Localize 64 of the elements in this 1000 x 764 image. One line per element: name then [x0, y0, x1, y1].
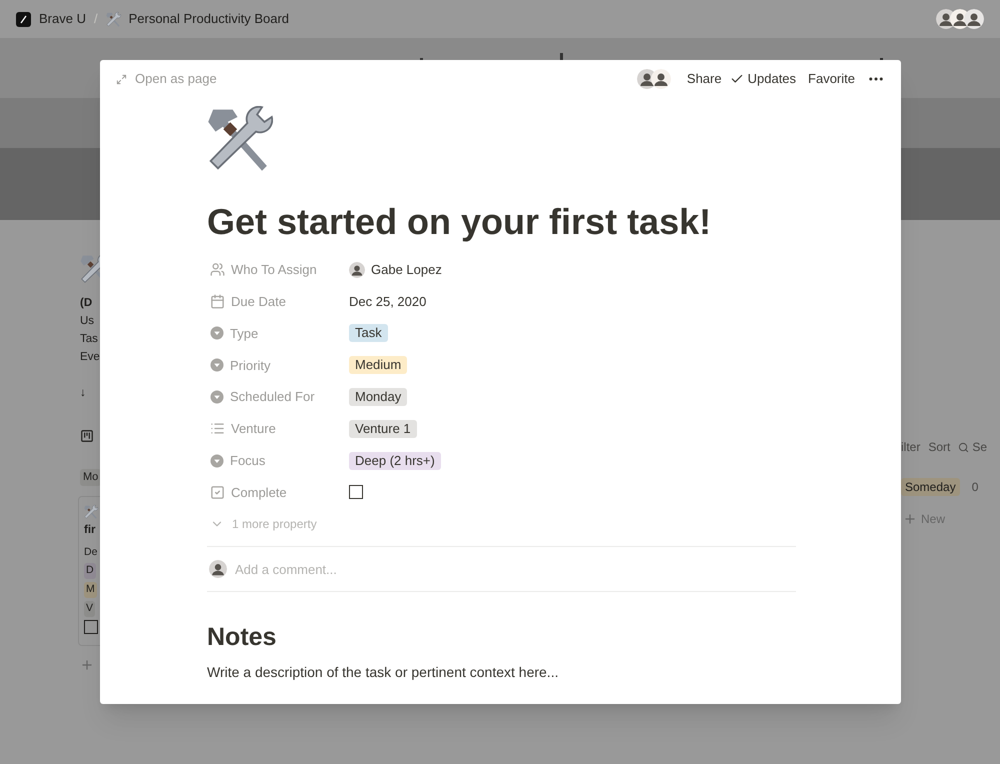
add-icon [903, 512, 917, 526]
favorite-button[interactable]: Favorite [808, 69, 855, 89]
breadcrumb-separator: / [94, 10, 98, 28]
share-button[interactable]: Share [686, 69, 722, 89]
breadcrumb-link[interactable]: Brave U [39, 9, 86, 29]
breadcrumb-link[interactable]: Personal Productivity Board [128, 9, 290, 29]
property-value: Gabe Lopez [371, 261, 442, 280]
search-icon[interactable] [958, 442, 970, 452]
page-title: Get started on your first task! [207, 200, 712, 244]
expand-icon[interactable] [116, 74, 127, 84]
people-icon [210, 262, 225, 278]
checkbox[interactable] [349, 485, 363, 500]
intro-text: Tas [80, 332, 99, 347]
open-as-page-button[interactable]: Open as page [135, 69, 217, 89]
property-value: Dec 25, 2020 [349, 292, 426, 311]
search-button[interactable]: Se [972, 438, 988, 456]
property-tag: Medium [349, 356, 408, 374]
property-label: Venture [231, 420, 276, 438]
group-tag: Mo [80, 469, 102, 486]
intro-text: Eve [80, 350, 101, 365]
comment-field[interactable]: Add a comment... [235, 560, 796, 580]
property-label: Focus [230, 452, 266, 470]
dropdown-circle-icon [210, 358, 224, 372]
property-label: Scheduled For [230, 388, 315, 406]
dropdown-circle-icon [210, 326, 224, 340]
tools-icon [207, 106, 273, 172]
property-label: Due Date [231, 292, 286, 311]
tools-icon [84, 504, 98, 518]
more-properties-toggle[interactable]: 1 more property [232, 515, 317, 534]
user-avatar [209, 560, 227, 578]
workspace-logo-icon [16, 12, 31, 26]
board-icon [80, 429, 94, 443]
group-count: 0 [972, 479, 978, 496]
card-tag: D [84, 563, 96, 579]
card-tag: M [84, 582, 97, 598]
property-label: Priority [230, 356, 270, 375]
intro-text: Us [80, 314, 96, 329]
property-tag: Venture 1 [349, 420, 417, 438]
tools-icon [106, 12, 121, 26]
property-tag: Task [349, 324, 388, 342]
user-avatar [349, 262, 365, 278]
list-icon [210, 421, 225, 436]
user-avatar [650, 69, 671, 89]
card-title: fir [84, 522, 96, 538]
card-tag: V [84, 600, 96, 616]
intro-text: (D [80, 296, 94, 311]
checkbox-icon [210, 484, 225, 500]
card-checkbox[interactable] [84, 620, 98, 634]
property-label: Complete [231, 484, 287, 502]
group-tag: Someday [901, 478, 960, 496]
section-heading: Notes [207, 622, 278, 652]
property-label: Who To Assign [231, 261, 317, 280]
dropdown-circle-icon [210, 390, 224, 404]
filter-button[interactable]: ilter [901, 438, 920, 456]
updates-button[interactable]: Updates [748, 69, 796, 89]
property-tag: Monday [349, 388, 408, 406]
property-label: Type [230, 324, 258, 343]
card-property: De [84, 544, 98, 560]
property-tag: Deep (2 hrs+) [349, 452, 441, 470]
dropdown-circle-icon [210, 454, 224, 468]
calendar-icon [210, 294, 225, 310]
user-avatar [964, 9, 984, 29]
notes-text: Write a description of the task or pertinent context here... [207, 663, 560, 682]
sort-button[interactable]: Sort [928, 438, 950, 456]
